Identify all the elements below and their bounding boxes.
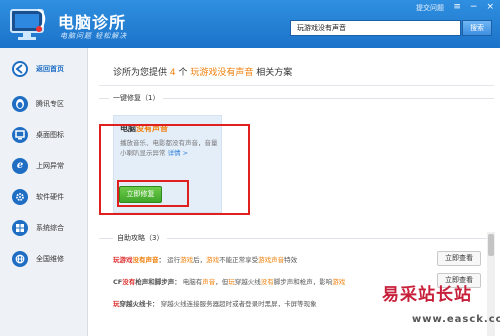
- watermark-cn: 易采站长站: [382, 285, 472, 305]
- page-title: 诊所为您提供 4 个 玩游戏没有声音 相关方案: [113, 68, 293, 78]
- sidebar-item-label: 返回首页: [36, 65, 64, 73]
- fix-card-description: 播放音乐、电影都没有声音，音量小喇叭显示异常 详情 >: [120, 139, 218, 157]
- monitor-stethoscope-logo-icon: [10, 9, 46, 40]
- watermark-url: www.easck.com: [412, 314, 500, 325]
- minimize-icon[interactable]: −: [470, 3, 478, 12]
- sidebar-item-network[interactable]: e 上网异常: [0, 151, 88, 181]
- section-title-one-click: 一键修复（1）: [109, 93, 164, 103]
- close-icon[interactable]: ×: [486, 3, 494, 12]
- window-controls: ≡ − ×: [453, 3, 494, 12]
- sidebar-item-desktop-icons[interactable]: 桌面图标: [0, 120, 88, 150]
- sidebar-item-label: 软件硬件: [36, 193, 64, 201]
- sidebar-item-home[interactable]: 返回首页: [0, 54, 88, 84]
- fix-now-button[interactable]: 立即修复: [119, 186, 162, 203]
- sidebar-item-label: 上网异常: [36, 162, 64, 170]
- list-item: 玩游戏没有声音： 运行游戏后，游戏不能正常享受游戏声音特效: [113, 256, 298, 264]
- sidebar-item-label: 腾讯专区: [36, 100, 64, 108]
- app-slogan: 电脑问题 轻松解决: [60, 32, 128, 40]
- back-arrow-icon: [12, 61, 28, 77]
- details-link[interactable]: 详情 >: [168, 149, 189, 157]
- monitor-icon: [12, 127, 28, 143]
- divider: [99, 85, 494, 86]
- menu-icon[interactable]: ≡: [453, 3, 461, 12]
- sidebar-item-label: 系统综合: [36, 224, 64, 232]
- sidebar: 返回首页 腾讯专区 桌面图标 e 上网异常 软件硬件 系统综合 全国维修: [0, 48, 88, 336]
- sidebar-item-software-hardware[interactable]: 软件硬件: [0, 182, 88, 212]
- search-button[interactable]: 搜索: [462, 20, 492, 36]
- globe-icon: [12, 251, 28, 267]
- sidebar-item-tencent[interactable]: 腾讯专区: [0, 89, 88, 119]
- sidebar-item-repair[interactable]: 全国维修: [0, 244, 88, 274]
- watermark: 易采站长站 www.easck.com: [378, 280, 500, 336]
- app-title: 电脑诊所: [58, 13, 127, 32]
- sidebar-item-label: 全国维修: [36, 255, 64, 263]
- fix-card-title: 电脑没有声音: [120, 124, 168, 133]
- gear-icon: [12, 189, 28, 205]
- view-now-button[interactable]: 立即查看: [437, 251, 481, 266]
- qq-penguin-icon: [12, 96, 28, 112]
- windows-icon: [12, 220, 28, 236]
- sidebar-item-label: 桌面图标: [36, 131, 64, 139]
- submit-question-link[interactable]: 提交问题: [416, 3, 444, 13]
- section-title-self-help: 自助攻略（3）: [113, 233, 168, 243]
- sidebar-item-system[interactable]: 系统综合: [0, 213, 88, 243]
- ie-browser-icon: e: [12, 158, 28, 174]
- search-input[interactable]: 玩游戏没有声音: [290, 20, 461, 36]
- title-bar: 电脑诊所 电脑问题 轻松解决 提交问题 ≡ − × 玩游戏没有声音 搜索: [0, 0, 500, 48]
- scrollbar-thumb[interactable]: [488, 234, 494, 256]
